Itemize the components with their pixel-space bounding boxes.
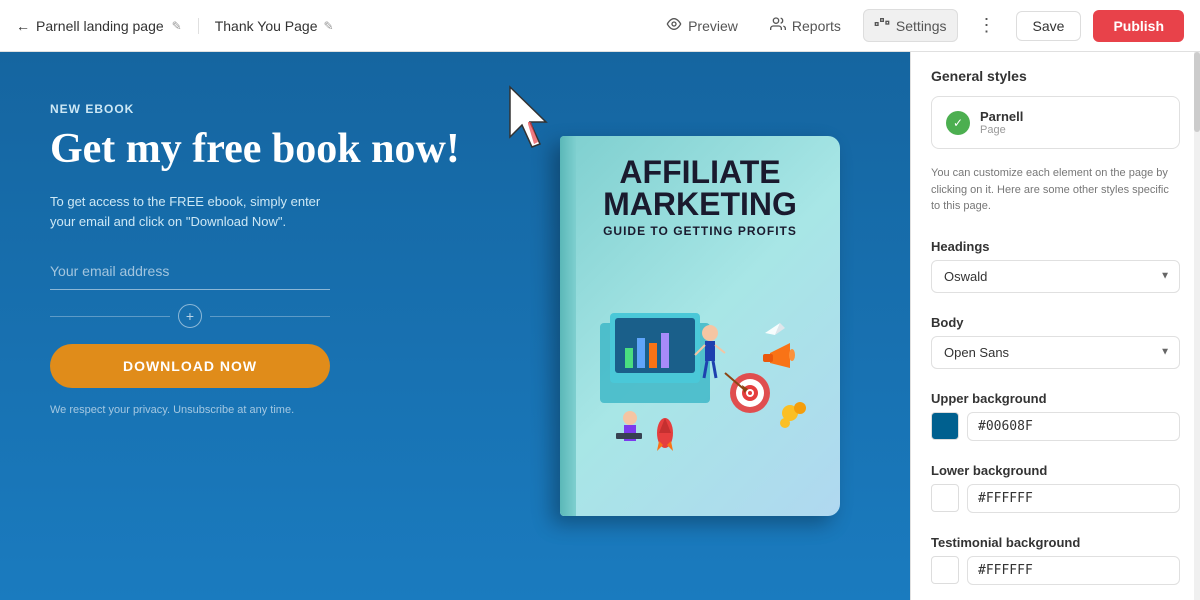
testimonial-bg-color-row bbox=[931, 556, 1180, 585]
body-select[interactable]: Open Sans bbox=[931, 336, 1180, 369]
book-subtitle: GUIDE TO GETTING PROFITS bbox=[576, 224, 824, 238]
sub-text: To get access to the FREE ebook, simply … bbox=[50, 192, 330, 231]
back-button[interactable]: ← Parnell landing page bbox=[16, 18, 164, 34]
edit-project-icon[interactable]: ✎ bbox=[172, 19, 182, 33]
settings-button[interactable]: Settings bbox=[863, 9, 958, 42]
download-button[interactable]: DOWNLOAD NOW bbox=[50, 344, 330, 388]
lower-bg-label: Lower background bbox=[911, 455, 1200, 484]
lower-bg-color-row bbox=[931, 484, 1180, 513]
topbar: ← Parnell landing page ✎ Thank You Page … bbox=[0, 0, 1200, 52]
email-input-wrapper[interactable] bbox=[50, 255, 330, 290]
page-title-section: Thank You Page ✎ bbox=[198, 18, 350, 34]
project-title: Parnell landing page bbox=[36, 18, 164, 34]
book-illustration bbox=[576, 246, 824, 500]
privacy-text: We respect your privacy. Unsubscribe at … bbox=[50, 404, 520, 416]
brand-name: Parnell bbox=[980, 109, 1023, 124]
upper-bg-color-swatch[interactable] bbox=[931, 412, 959, 440]
divider-row: + bbox=[50, 304, 330, 328]
sidebar-section-title: General styles bbox=[911, 52, 1200, 96]
page-title: Thank You Page bbox=[215, 18, 318, 34]
testimonial-bg-color-swatch[interactable] bbox=[931, 556, 959, 584]
divider-left bbox=[50, 316, 170, 317]
lower-bg-color-swatch[interactable] bbox=[931, 484, 959, 512]
email-input[interactable] bbox=[50, 263, 330, 279]
reports-icon bbox=[770, 16, 786, 35]
scrollbar-thumb[interactable] bbox=[1194, 52, 1200, 132]
publish-button[interactable]: Publish bbox=[1093, 10, 1184, 42]
body-label: Body bbox=[911, 307, 1200, 336]
book-title: AFFILIATE MARKETING bbox=[576, 156, 824, 220]
brand-card[interactable]: ✓ Parnell Page bbox=[931, 96, 1180, 149]
headings-select-wrapper[interactable]: Oswald ▼ bbox=[931, 260, 1180, 293]
preview-label: Preview bbox=[688, 18, 738, 34]
canvas-left: NEW EBOOK Get my free book now! To get a… bbox=[50, 92, 540, 560]
settings-icon bbox=[874, 16, 890, 35]
canvas-right: AFFILIATE MARKETING GUIDE TO GETTING PRO… bbox=[540, 92, 860, 560]
main-headline: Get my free book now! bbox=[50, 126, 520, 172]
settings-label: Settings bbox=[896, 18, 947, 34]
topbar-left: ← Parnell landing page ✎ Thank You Page … bbox=[16, 18, 648, 34]
brand-check-icon: ✓ bbox=[946, 111, 970, 135]
book-cover-inner: AFFILIATE MARKETING GUIDE TO GETTING PRO… bbox=[560, 136, 840, 516]
book-cover: AFFILIATE MARKETING GUIDE TO GETTING PRO… bbox=[560, 136, 840, 516]
upper-bg-color-row bbox=[931, 412, 1180, 441]
back-arrow-icon: ← bbox=[16, 18, 30, 34]
testimonial-bg-label: Testimonial background bbox=[911, 527, 1200, 556]
preview-button[interactable]: Preview bbox=[656, 10, 748, 41]
testimonial-bg-color-input[interactable] bbox=[967, 556, 1180, 585]
canvas-area: NEW EBOOK Get my free book now! To get a… bbox=[0, 52, 910, 600]
topbar-right: Preview Reports Settings ⋮ Save Publish bbox=[656, 9, 1184, 42]
preview-icon bbox=[666, 16, 682, 35]
reports-label: Reports bbox=[792, 18, 841, 34]
upper-bg-label: Upper background bbox=[911, 383, 1200, 412]
sidebar: General styles ✓ Parnell Page You can cu… bbox=[910, 52, 1200, 600]
scrollbar-track[interactable] bbox=[1194, 52, 1200, 600]
more-options-button[interactable]: ⋮ bbox=[970, 11, 1004, 40]
brand-info: Parnell Page bbox=[980, 109, 1023, 136]
lower-bg-color-input[interactable] bbox=[967, 484, 1180, 513]
sidebar-helper-text: You can customize each element on the pa… bbox=[911, 165, 1200, 231]
reports-button[interactable]: Reports bbox=[760, 10, 851, 41]
body-select-wrapper[interactable]: Open Sans ▼ bbox=[931, 336, 1180, 369]
main-layout: NEW EBOOK Get my free book now! To get a… bbox=[0, 52, 1200, 600]
brand-sub: Page bbox=[980, 124, 1023, 136]
headings-label: Headings bbox=[911, 231, 1200, 260]
canvas-content: NEW EBOOK Get my free book now! To get a… bbox=[0, 52, 910, 600]
add-field-button[interactable]: + bbox=[178, 304, 202, 328]
new-ebook-label: NEW EBOOK bbox=[50, 102, 520, 116]
divider-right bbox=[210, 316, 330, 317]
edit-page-icon[interactable]: ✎ bbox=[323, 19, 333, 33]
headings-select[interactable]: Oswald bbox=[931, 260, 1180, 293]
save-button[interactable]: Save bbox=[1016, 11, 1082, 41]
upper-bg-color-input[interactable] bbox=[967, 412, 1180, 441]
